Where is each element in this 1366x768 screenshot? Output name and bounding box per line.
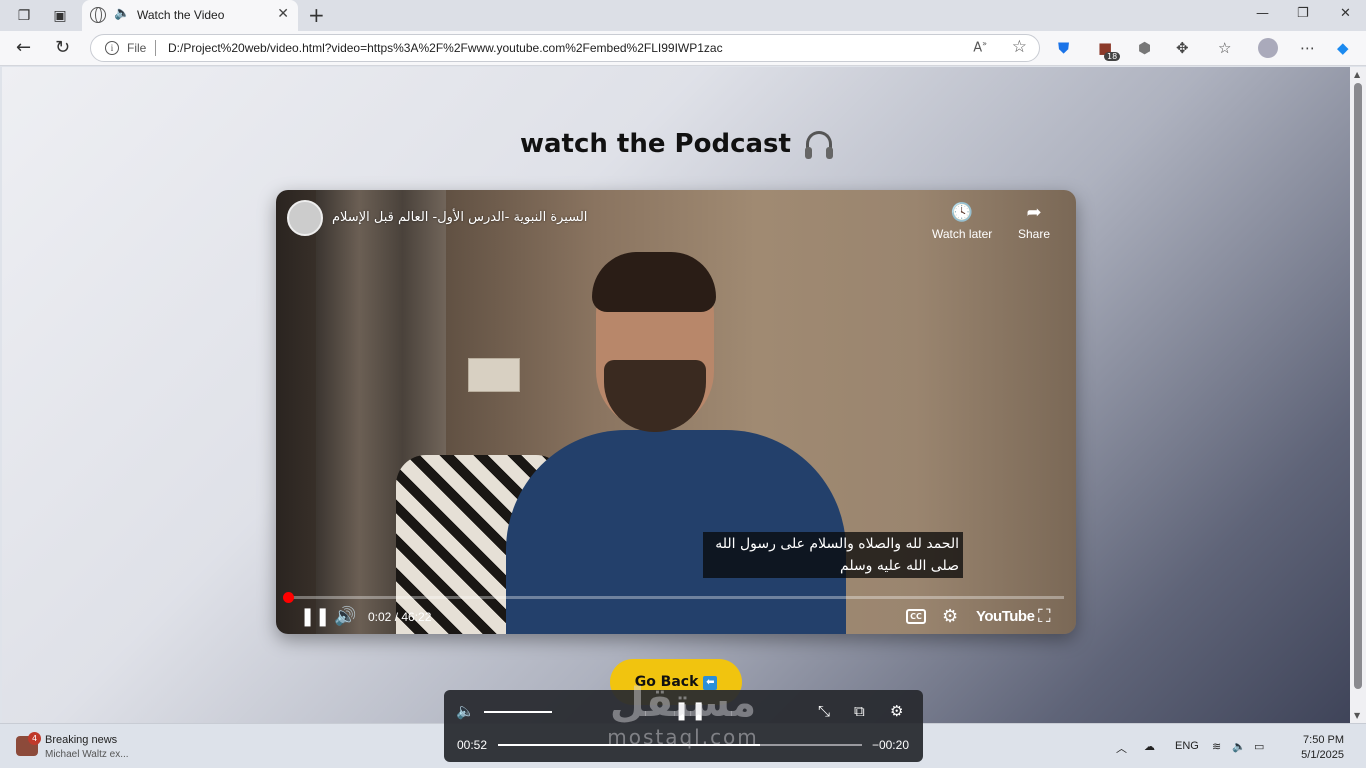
video-frame-person-beard — [604, 360, 706, 432]
shield-icon[interactable]: ⛊ — [1058, 39, 1069, 57]
speaker-icon[interactable]: 🔈 — [114, 6, 130, 21]
favorite-star-icon[interactable]: ☆ — [1012, 37, 1027, 57]
toolbar: ← ↻ i File D:/Project%20web/video.html?v… — [0, 31, 1366, 66]
wifi-icon[interactable]: ≋ — [1212, 740, 1221, 753]
collapse-icon[interactable]: ⤡ — [818, 702, 830, 720]
back-button[interactable]: ← — [16, 37, 31, 58]
minimize-button[interactable]: — — [1256, 6, 1269, 21]
url-text[interactable]: D:/Project%20web/video.html?video=https%… — [168, 41, 723, 55]
new-tab-button[interactable]: + — [308, 3, 325, 27]
subtitle-caption: الحمد لله والصلاه والسلام على رسول الله … — [703, 532, 963, 578]
share-button[interactable]: ➦ Share — [1018, 202, 1050, 241]
restore-button[interactable]: ❐ — [1297, 6, 1309, 21]
extension-badge: 18 — [1104, 52, 1121, 61]
read-aloud-icon[interactable]: A» — [973, 39, 987, 55]
video-progress-bar[interactable] — [283, 592, 1064, 603]
youtube-logo[interactable]: YouTube — [976, 608, 1035, 625]
address-bar[interactable]: i File D:/Project%20web/video.html?video… — [90, 34, 1040, 62]
battery-icon[interactable]: ▭ — [1254, 740, 1264, 753]
video-frame-person-hair — [592, 252, 716, 312]
watermark-arabic: مستقل — [609, 680, 757, 726]
vertical-tabs-icon[interactable]: ▣ — [50, 6, 70, 26]
fullscreen-icon[interactable]: ⛶ — [1038, 606, 1051, 627]
scrubber-handle[interactable] — [283, 592, 294, 603]
scroll-up-icon[interactable]: ▲ — [1354, 70, 1360, 79]
video-frame-switch — [468, 358, 520, 392]
volume-icon[interactable]: 🔊 — [334, 606, 356, 627]
tray-chevron-icon[interactable]: ︿ — [1116, 740, 1127, 756]
extensions-puzzle-icon[interactable]: ✥ — [1176, 39, 1189, 57]
tab-watch-the-video[interactable]: 🔈 Watch the Video ✕ — [82, 0, 298, 31]
clock[interactable]: 7:50 PM 5/1/2025 — [1284, 733, 1344, 763]
page-title: watch the Podcast — [0, 129, 1352, 159]
volume-tray-icon[interactable]: 🔈 — [1232, 740, 1246, 753]
settings-gear-icon[interactable]: ⚙ — [890, 702, 903, 720]
video-time-display: 0:02 / 46:22 — [368, 610, 432, 624]
clock-date: 5/1/2025 — [1301, 749, 1344, 761]
watch-later-label: Watch later — [932, 227, 993, 241]
news-subtitle[interactable]: Michael Waltz ex... — [45, 749, 129, 760]
refresh-button[interactable]: ↻ — [55, 37, 70, 58]
volume-slider[interactable] — [484, 711, 552, 713]
profile-avatar[interactable] — [1258, 38, 1278, 58]
share-icon: ➦ — [1026, 202, 1042, 222]
captions-button[interactable]: CC — [906, 609, 926, 624]
channel-avatar[interactable] — [287, 200, 323, 236]
clock-icon: 🕓 — [950, 202, 974, 222]
caption-line-2: صلى الله عليه وسلم — [840, 558, 959, 574]
scroll-down-icon[interactable]: ▼ — [1354, 711, 1360, 720]
close-window-button[interactable]: ✕ — [1340, 6, 1351, 21]
scrollbar-thumb[interactable] — [1354, 83, 1362, 689]
overlay-remaining-time: −00:20 — [871, 738, 909, 752]
watermark-latin: mostaql.com — [607, 725, 759, 749]
close-tab-icon[interactable]: ✕ — [277, 6, 289, 22]
page-title-text: watch the Podcast — [519, 129, 791, 159]
copilot-icon[interactable]: ◆ — [1337, 39, 1349, 57]
divider — [155, 40, 156, 56]
onedrive-cloud-icon[interactable]: ☁ — [1144, 740, 1155, 753]
globe-icon — [90, 7, 106, 23]
volume-icon[interactable]: 🔈 — [456, 702, 475, 720]
pause-button[interactable]: ❚❚ — [300, 606, 330, 627]
scheme-label: File — [127, 41, 147, 55]
clock-time: 7:50 PM — [1303, 734, 1344, 746]
video-title[interactable]: السيرة النبوية -الدرس الأول- العالم قبل … — [332, 210, 587, 225]
headphones-icon — [805, 131, 834, 159]
share-label: Share — [1018, 227, 1051, 241]
more-menu-icon[interactable]: ⋯ — [1300, 39, 1315, 57]
scrollbar[interactable]: ▲ ▼ — [1350, 67, 1366, 723]
tab-strip: ❐ ▣ 🔈 Watch the Video ✕ + — ❐ ✕ — [0, 0, 1366, 31]
privacy-shield-icon[interactable]: ⬢ — [1138, 39, 1151, 57]
picture-in-picture-icon[interactable]: ⧉ — [854, 702, 865, 720]
language-indicator[interactable]: ENG — [1175, 740, 1199, 752]
mostaql-watermark: مستقل mostaql.com — [598, 680, 768, 748]
workspaces-icon[interactable]: ❐ — [14, 6, 34, 26]
watch-later-button[interactable]: 🕓 Watch later — [932, 202, 992, 241]
news-badge: 4 — [28, 732, 41, 745]
tab-title: Watch the Video — [137, 8, 225, 22]
settings-gear-icon[interactable]: ⚙ — [942, 606, 958, 627]
favorites-icon[interactable]: ☆ — [1218, 39, 1231, 57]
youtube-player[interactable]: السيرة النبوية -الدرس الأول- العالم قبل … — [276, 190, 1076, 634]
overlay-current-time: 00:52 — [457, 738, 488, 752]
news-title[interactable]: Breaking news — [45, 734, 117, 746]
info-icon[interactable]: i — [105, 41, 119, 55]
caption-line-1: الحمد لله والصلاه والسلام على رسول الله — [715, 536, 959, 552]
